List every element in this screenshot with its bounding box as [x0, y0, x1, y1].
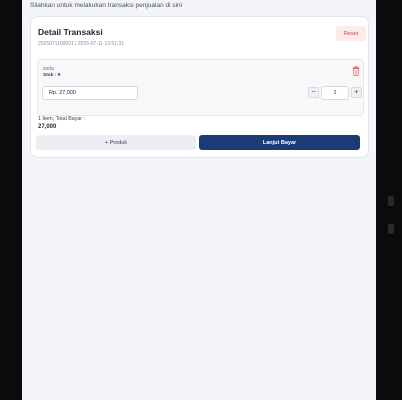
- item-name: soda: [43, 66, 54, 72]
- transaction-title: Detail Transaksi: [38, 27, 103, 37]
- device-side-button: [388, 224, 394, 234]
- add-product-button[interactable]: + Produk: [36, 135, 196, 150]
- device-frame: Silahkan untuk melakukan transaksi penju…: [0, 0, 402, 400]
- app-screen: Silahkan untuk melakukan transaksi penju…: [22, 0, 376, 400]
- qty-input[interactable]: 1: [321, 86, 349, 100]
- qty-decrease-button[interactable]: −: [308, 87, 319, 98]
- reset-button[interactable]: Reset: [336, 26, 366, 41]
- device-side-button: [388, 196, 394, 206]
- page-subtitle: Silahkan untuk melakukan transaksi penju…: [30, 2, 183, 9]
- item-stock: Stok : 9: [43, 73, 61, 78]
- summary-label: 1 Item, Total Bayar :: [38, 116, 86, 122]
- continue-payment-button[interactable]: Lanjut Bayar: [199, 135, 360, 150]
- transaction-meta: 2025071100001 | 2025-07-11 13:51:31: [38, 41, 124, 47]
- price-field[interactable]: Rp. 27,000: [42, 86, 138, 100]
- trash-icon[interactable]: [352, 66, 360, 76]
- cart-item: soda Stok : 9 Rp. 27,000 − 1 +: [37, 59, 364, 116]
- transaction-card: Detail Transaksi 2025071100001 | 2025-07…: [30, 16, 369, 158]
- qty-increase-button[interactable]: +: [351, 87, 362, 98]
- summary-total: 27,000: [38, 124, 57, 130]
